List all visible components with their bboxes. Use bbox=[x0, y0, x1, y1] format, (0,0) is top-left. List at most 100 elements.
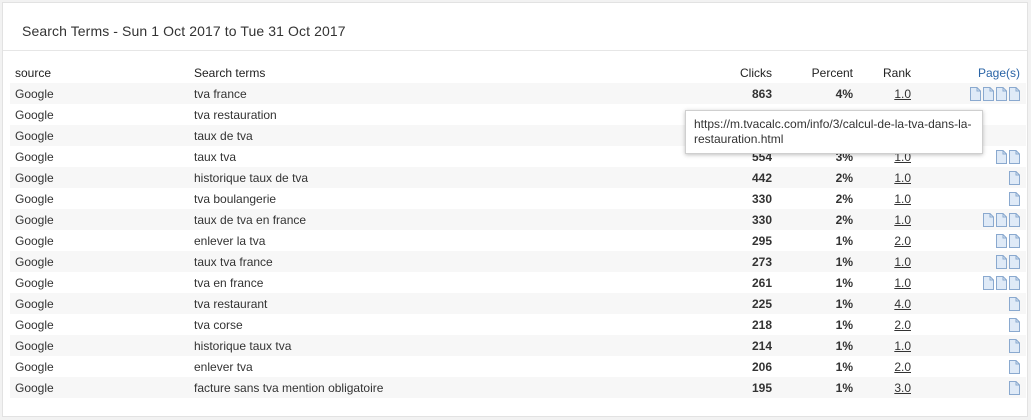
header-rank[interactable]: Rank bbox=[853, 62, 911, 83]
table-row: Google tva boulangerie 330 2% 1.0 bbox=[10, 188, 1026, 209]
cell-rank: 2.0 bbox=[853, 356, 911, 377]
cell-pages bbox=[911, 167, 1026, 188]
header-pages[interactable]: Page(s) bbox=[911, 62, 1026, 83]
page-icon[interactable] bbox=[1009, 296, 1020, 311]
cell-source: Google bbox=[10, 83, 194, 104]
page-icon[interactable] bbox=[996, 86, 1007, 101]
cell-pages bbox=[911, 356, 1026, 377]
cell-pages bbox=[911, 188, 1026, 209]
cell-source: Google bbox=[10, 251, 194, 272]
cell-rank: 1.0 bbox=[853, 209, 911, 230]
cell-clicks: 206 bbox=[751, 359, 772, 374]
rank-link[interactable]: 3.0 bbox=[894, 381, 911, 395]
table-row: Google tva france 863 4% 1.0 bbox=[10, 83, 1026, 104]
cell-search-term: taux de tva bbox=[194, 125, 699, 146]
cell-percent: 2% bbox=[772, 167, 853, 188]
rank-link[interactable]: 1.0 bbox=[894, 87, 911, 101]
page-icon[interactable] bbox=[1009, 254, 1020, 269]
rank-link[interactable]: 2.0 bbox=[894, 234, 911, 248]
page-icon[interactable] bbox=[996, 212, 1007, 227]
page-icon[interactable] bbox=[996, 149, 1007, 164]
cell-clicks: 330 bbox=[699, 209, 772, 230]
cell-pages bbox=[911, 314, 1026, 335]
page-icon[interactable] bbox=[1009, 149, 1020, 164]
rank-link[interactable]: 1.0 bbox=[894, 213, 911, 227]
cell-pages bbox=[911, 83, 1026, 104]
page-icon[interactable] bbox=[983, 275, 994, 290]
page-icon[interactable] bbox=[1009, 380, 1020, 395]
rank-link[interactable]: 1.0 bbox=[894, 171, 911, 185]
table-row: Google enlever tva 206 1% 2.0 bbox=[10, 356, 1026, 377]
page-icon[interactable] bbox=[996, 233, 1007, 248]
cell-clicks: 225 bbox=[699, 293, 772, 314]
page-icon[interactable] bbox=[1009, 212, 1020, 227]
cell-pages bbox=[911, 335, 1026, 356]
rank-link[interactable]: 2.0 bbox=[894, 318, 911, 332]
page-icon[interactable] bbox=[996, 275, 1007, 290]
header-source[interactable]: source bbox=[10, 62, 194, 83]
cell-clicks: 261 bbox=[751, 275, 772, 290]
cell-source: Google bbox=[10, 167, 194, 188]
page-icon[interactable] bbox=[1009, 275, 1020, 290]
page-icon[interactable] bbox=[1009, 170, 1020, 185]
cell-clicks: 273 bbox=[699, 251, 772, 272]
table-row: Google taux tva france 273 1% 1.0 bbox=[10, 251, 1026, 272]
cell-percent: 4% bbox=[772, 83, 853, 104]
page-icon[interactable] bbox=[970, 86, 981, 101]
cell-clicks: 863 bbox=[699, 83, 772, 104]
cell-clicks: 295 bbox=[751, 233, 772, 248]
page-icon[interactable] bbox=[1009, 317, 1020, 332]
table-row: Google tva restaurant 225 1% 4.0 bbox=[10, 293, 1026, 314]
header-percent[interactable]: Percent bbox=[772, 62, 853, 83]
table-row: Google historique taux de tva 442 2% 1.0 bbox=[10, 167, 1026, 188]
cell-source: Google bbox=[15, 275, 54, 290]
cell-clicks: 330 bbox=[751, 191, 772, 206]
cell-rank: 1.0 bbox=[853, 251, 911, 272]
table-row: Google tva corse 218 1% 2.0 bbox=[10, 314, 1026, 335]
rank-link[interactable]: 1.0 bbox=[894, 192, 911, 206]
page-icon[interactable] bbox=[1009, 233, 1020, 248]
rank-link[interactable]: 2.0 bbox=[894, 360, 911, 374]
page-icon[interactable] bbox=[1009, 338, 1020, 353]
page-icon[interactable] bbox=[983, 212, 994, 227]
cell-search-term: historique taux de tva bbox=[194, 167, 699, 188]
header-search-terms[interactable]: Search terms bbox=[194, 62, 699, 83]
cell-source: Google bbox=[15, 359, 54, 374]
page-icon[interactable] bbox=[996, 254, 1007, 269]
table-row: Google enlever la tva 295 1% 2.0 bbox=[10, 230, 1026, 251]
table-row: Google taux de tva en france 330 2% 1.0 bbox=[10, 209, 1026, 230]
url-tooltip: https://m.tvacalc.com/info/3/calcul-de-l… bbox=[685, 110, 983, 154]
rank-link[interactable]: 1.0 bbox=[894, 255, 911, 269]
table-row: Google historique taux tva 214 1% 1.0 bbox=[10, 335, 1026, 356]
cell-percent: 1% bbox=[772, 335, 853, 356]
table-row: Google tva en france 261 1% 1.0 bbox=[10, 272, 1026, 293]
cell-percent: 1% bbox=[835, 359, 853, 374]
cell-pages bbox=[911, 209, 1026, 230]
rank-link[interactable]: 1.0 bbox=[894, 339, 911, 353]
rank-link[interactable]: 4.0 bbox=[894, 297, 911, 311]
cell-rank: 2.0 bbox=[853, 314, 911, 335]
cell-search-term: tva restaurant bbox=[194, 293, 699, 314]
rank-link[interactable]: 1.0 bbox=[894, 276, 911, 290]
cell-source: Google bbox=[10, 293, 194, 314]
table-header-row: source Search terms Clicks Percent Rank … bbox=[10, 62, 1026, 83]
page-icon[interactable] bbox=[1009, 191, 1020, 206]
cell-source: Google bbox=[10, 125, 194, 146]
cell-source: Google bbox=[15, 149, 54, 164]
cell-rank: 2.0 bbox=[853, 230, 911, 251]
header-clicks[interactable]: Clicks bbox=[699, 62, 772, 83]
cell-search-term: tva restauration bbox=[194, 107, 277, 122]
page-icon[interactable] bbox=[1009, 86, 1020, 101]
cell-percent: 1% bbox=[835, 275, 853, 290]
page-icon[interactable] bbox=[983, 86, 994, 101]
cell-source: Google bbox=[10, 209, 194, 230]
cell-pages bbox=[911, 251, 1026, 272]
cell-percent: 1% bbox=[835, 233, 853, 248]
cell-source: Google bbox=[10, 377, 194, 398]
cell-search-term: tva corse bbox=[194, 317, 243, 332]
cell-clicks: 214 bbox=[699, 335, 772, 356]
cell-percent: 2% bbox=[835, 191, 853, 206]
cell-pages bbox=[911, 272, 1026, 293]
page-icon[interactable] bbox=[1009, 359, 1020, 374]
cell-search-term: enlever tva bbox=[194, 359, 253, 374]
